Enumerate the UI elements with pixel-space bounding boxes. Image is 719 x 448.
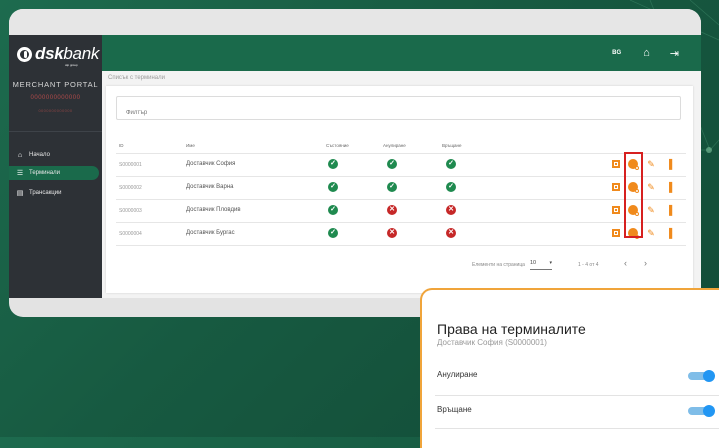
state-ok-icon: ✓ xyxy=(328,159,338,169)
items-per-page-value: 10 xyxy=(530,260,537,266)
next-page-button[interactable]: › xyxy=(644,258,647,268)
dsk-bank-logo[interactable]: dskbank xyxy=(17,43,99,65)
logo-text: dskbank xyxy=(35,44,100,63)
sidebar-item-label: Трансакции xyxy=(29,190,62,196)
portal-title: MERCHANT PORTAL xyxy=(12,80,99,89)
permission-label-refund: Връщане xyxy=(437,405,472,414)
column-header-state[interactable]: Състояние xyxy=(326,143,349,148)
sidebar-item-label: Начало xyxy=(29,152,50,158)
edit-icon[interactable]: ✎ xyxy=(646,228,656,239)
window-titlebar xyxy=(9,9,701,35)
edit-icon[interactable]: ✎ xyxy=(646,159,656,170)
logo-mark-icon xyxy=(17,46,32,62)
sidebar-item-terminals[interactable]: ☰ Терминали xyxy=(9,166,99,180)
filter-input[interactable] xyxy=(116,96,681,120)
prev-page-button[interactable]: ‹ xyxy=(624,258,627,268)
list-icon: ☰ xyxy=(16,170,24,177)
language-switch[interactable]: BG xyxy=(612,50,621,56)
refund-denied-icon: ✕ xyxy=(446,205,456,215)
column-header-refund[interactable]: Връщане xyxy=(442,143,462,148)
state-ok-icon: ✓ xyxy=(328,182,338,192)
dialog-divider xyxy=(435,428,719,429)
refund-allowed-icon: ✓ xyxy=(446,182,456,192)
home-icon[interactable]: ⌂ xyxy=(643,47,650,59)
statistics-icon[interactable]: ▐ xyxy=(664,159,674,170)
permission-label-void: Анулиране xyxy=(437,370,478,379)
void-denied-icon: ✕ xyxy=(387,205,397,215)
void-allowed-icon: ✓ xyxy=(387,182,397,192)
terminal-id: S0000001 xyxy=(119,162,142,168)
sidebar-item-label: Терминали xyxy=(29,170,60,176)
items-per-page-label: Елементи на страница xyxy=(472,262,525,268)
terminals-card: ID Име Състояние Анулиране Връщане S0000… xyxy=(106,86,693,293)
logo-subtitle: otp group xyxy=(65,63,78,67)
qr-code-icon[interactable] xyxy=(612,183,620,191)
permissions-column-highlight xyxy=(624,152,643,238)
terminal-name: Доставчик София xyxy=(186,161,236,167)
qr-code-icon[interactable] xyxy=(612,160,620,168)
qr-code-icon[interactable] xyxy=(612,206,620,214)
terminal-name: Доставчик Пловдив xyxy=(186,207,241,213)
top-bar: BG ⌂ ⇥ xyxy=(9,35,701,71)
qr-code-icon[interactable] xyxy=(612,229,620,237)
merchant-portal: BG ⌂ ⇥ dskbank otp group MERCHANT PORTAL… xyxy=(9,35,701,298)
table-row[interactable]: S0000002 Доставчик Варна ✓ ✓ ✓ ✎ ▐ xyxy=(106,177,693,199)
terminal-name: Доставчик Бургас xyxy=(186,230,235,236)
receipt-icon: ▤ xyxy=(16,190,24,197)
statistics-icon[interactable]: ▐ xyxy=(664,182,674,193)
void-allowed-icon: ✓ xyxy=(387,159,397,169)
main-content: Списък с терминали ID Име Състояние Анул… xyxy=(102,71,701,298)
dialog-divider xyxy=(435,395,719,396)
statistics-icon[interactable]: ▐ xyxy=(664,228,674,239)
void-toggle[interactable] xyxy=(688,370,715,382)
refund-toggle[interactable] xyxy=(688,405,715,417)
terminal-permissions-dialog: Права на терминалите Доставчик София (S0… xyxy=(420,288,719,448)
chevron-down-icon: ▾ xyxy=(549,260,552,266)
state-ok-icon: ✓ xyxy=(328,228,338,238)
refund-allowed-icon: ✓ xyxy=(446,159,456,169)
sidebar: dskbank otp group MERCHANT PORTAL 000000… xyxy=(9,35,102,298)
terminal-id: S0000002 xyxy=(119,185,142,191)
merchant-id: 0000000000000 xyxy=(30,95,81,101)
row-divider xyxy=(116,245,686,246)
home-icon: ⌂ xyxy=(17,151,23,159)
table-row[interactable]: S0000001 Доставчик София ✓ ✓ ✓ ✎ ▐ xyxy=(106,154,693,176)
column-header-id[interactable]: ID xyxy=(119,143,124,148)
items-per-page-select[interactable]: 10 ▾ xyxy=(530,260,552,270)
sidebar-divider xyxy=(9,131,102,132)
edit-icon[interactable]: ✎ xyxy=(646,182,656,193)
terminal-id: S0000004 xyxy=(119,231,142,237)
terminal-id: S0000003 xyxy=(119,208,142,214)
refund-denied-icon: ✕ xyxy=(446,228,456,238)
sidebar-item-transactions[interactable]: ▤ Трансакции xyxy=(9,186,102,200)
edit-icon[interactable]: ✎ xyxy=(646,205,656,216)
terminal-name: Доставчик Варна xyxy=(186,184,234,190)
page-range: 1 - 4 от 4 xyxy=(578,262,599,268)
table-row[interactable]: S0000004 Доставчик Бургас ✓ ✕ ✕ ✎ ▐ xyxy=(106,223,693,245)
column-header-void[interactable]: Анулиране xyxy=(383,143,406,148)
merchant-id-secondary: 0000000000000 xyxy=(38,108,73,113)
top-bar-actions: BG ⌂ ⇥ xyxy=(612,35,701,71)
column-header-name[interactable]: Име xyxy=(186,143,195,148)
void-denied-icon: ✕ xyxy=(387,228,397,238)
state-ok-icon: ✓ xyxy=(328,205,338,215)
logout-icon[interactable]: ⇥ xyxy=(670,47,679,60)
statistics-icon[interactable]: ▐ xyxy=(664,205,674,216)
app-window: BG ⌂ ⇥ dskbank otp group MERCHANT PORTAL… xyxy=(9,9,701,317)
sidebar-item-home[interactable]: ⌂ Начало xyxy=(9,148,102,162)
dialog-subtitle: Доставчик София (S0000001) xyxy=(437,338,547,347)
table-row[interactable]: S0000003 Доставчик Пловдив ✓ ✕ ✕ ✎ ▐ xyxy=(106,200,693,222)
dialog-title: Права на терминалите xyxy=(437,321,586,337)
breadcrumb: Списък с терминали xyxy=(108,75,165,81)
